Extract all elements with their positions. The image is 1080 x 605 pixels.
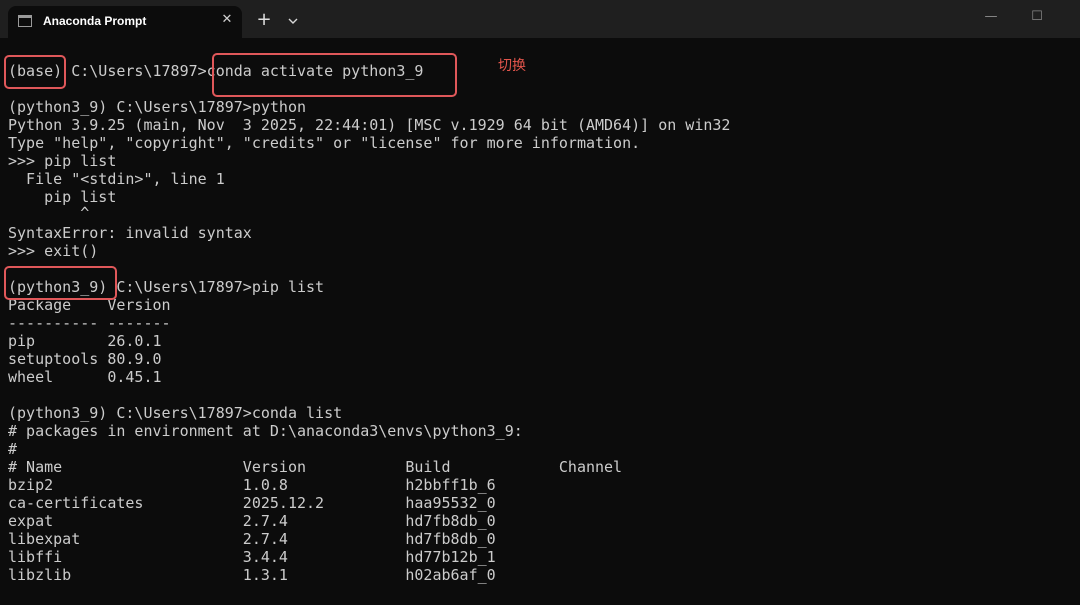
terminal-line: ^ [8, 204, 90, 222]
highlight-box-python3-9-env [4, 266, 117, 300]
terminal-line: # packages in environment at D:\anaconda… [8, 422, 523, 440]
close-tab-icon[interactable]: ✕ [218, 11, 236, 29]
tab-anaconda-prompt[interactable]: Anaconda Prompt ✕ [8, 6, 242, 38]
terminal-line: bzip2 1.0.8 h2bbff1b_6 [8, 476, 496, 494]
terminal-line: >>> pip list [8, 152, 117, 170]
chevron-down-icon[interactable] [283, 11, 303, 31]
terminal-icon [18, 15, 32, 27]
terminal-line: libzlib 1.3.1 h02ab6af_0 [8, 566, 496, 584]
new-tab-button[interactable]: + [253, 10, 275, 30]
terminal-line: pip 26.0.1 [8, 332, 162, 350]
terminal-line: File "<stdin>", line 1 [8, 170, 225, 188]
terminal-line: Python 3.9.25 (main, Nov 3 2025, 22:44:0… [8, 116, 731, 134]
terminal-line: >>> exit() [8, 242, 99, 260]
terminal-line: libexpat 2.7.4 hd7fb8db_0 [8, 530, 496, 548]
terminal-line: (python3_9) C:\Users\17897>conda list [8, 404, 343, 422]
title-bar: Anaconda Prompt ✕ + — ☐ [0, 0, 1080, 38]
tab-title: Anaconda Prompt [43, 14, 147, 28]
terminal-line: setuptools 80.9.0 [8, 350, 162, 368]
terminal-line: Type "help", "copyright", "credits" or "… [8, 134, 641, 152]
terminal-line: # Name Version Build Channel [8, 458, 623, 476]
terminal-output[interactable]: (base) C:\Users\17897>conda activate pyt… [0, 38, 1080, 605]
terminal-line: libffi 3.4.4 hd77b12b_1 [8, 548, 496, 566]
highlight-box-base-env [4, 55, 66, 89]
annotation-label: 切换 [498, 58, 526, 74]
terminal-line: wheel 0.45.1 [8, 368, 162, 386]
terminal-line: # [8, 440, 18, 458]
terminal-line: SyntaxError: invalid syntax [8, 224, 252, 242]
highlight-box-activate-command [212, 53, 457, 97]
terminal-line: ca-certificates 2025.12.2 haa95532_0 [8, 494, 496, 512]
minimize-button[interactable]: — [968, 6, 1014, 28]
terminal-line: ---------- ------- [8, 314, 171, 332]
maximize-button[interactable]: ☐ [1014, 6, 1060, 28]
terminal-line: (python3_9) C:\Users\17897>python [8, 98, 307, 116]
terminal-line: expat 2.7.4 hd7fb8db_0 [8, 512, 496, 530]
